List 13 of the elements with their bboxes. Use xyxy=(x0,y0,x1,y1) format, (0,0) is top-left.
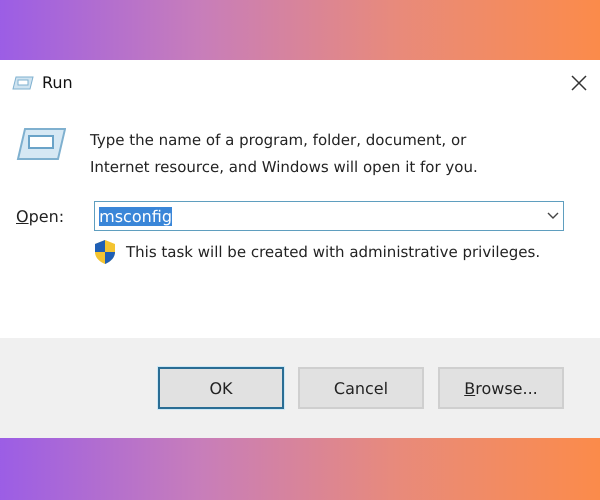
cancel-button[interactable]: Cancel xyxy=(298,367,424,409)
window-title: Run xyxy=(42,73,73,92)
privilege-notice: This task will be created with administrative privileges. xyxy=(126,243,540,261)
close-icon[interactable] xyxy=(570,74,588,92)
open-field[interactable]: msconfig xyxy=(94,201,564,231)
browse-button[interactable]: Browse... xyxy=(438,367,564,409)
run-icon xyxy=(16,127,66,161)
dropdown-caret-icon[interactable] xyxy=(547,212,559,220)
open-label: Open: xyxy=(16,206,64,226)
shield-icon xyxy=(94,239,116,265)
description-text: Type the name of a program, folder, document, or Internet resource, and Windows will open it for you. xyxy=(90,130,479,178)
run-icon xyxy=(12,76,34,90)
ok-button[interactable]: OK xyxy=(158,367,284,409)
